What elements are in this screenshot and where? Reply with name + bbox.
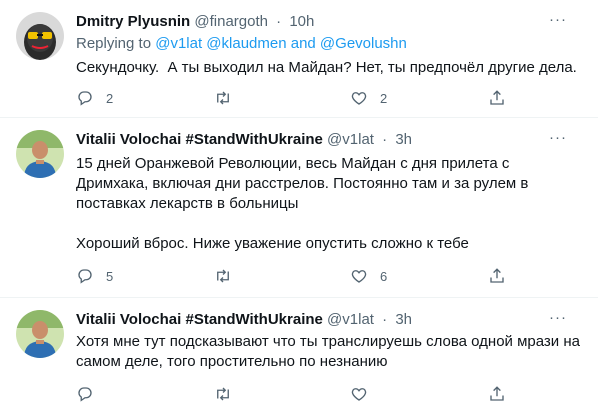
more-icon[interactable]: ··· bbox=[548, 12, 568, 32]
tweet-text: Хотя мне тут подсказывают что ты трансли… bbox=[76, 333, 580, 370]
replying-to-line: Replying to @v1lat @klaudmen and @Gevolu… bbox=[76, 34, 407, 54]
like-count: 2 bbox=[380, 90, 388, 106]
like-icon bbox=[351, 388, 367, 401]
user-handle[interactable]: @v1lat bbox=[327, 311, 374, 328]
tweet-text: Секундочку. А ты выходил на Майдан? Нет,… bbox=[76, 59, 577, 76]
timestamp[interactable]: 10h bbox=[289, 13, 314, 30]
retweet-icon bbox=[217, 387, 229, 401]
avatar-vitalii[interactable] bbox=[16, 130, 64, 178]
timestamp[interactable]: 3h bbox=[395, 311, 412, 328]
share-icon bbox=[490, 90, 504, 105]
reply-icon bbox=[78, 269, 92, 284]
like-icon bbox=[351, 270, 367, 283]
user-handle[interactable]: @v1lat bbox=[327, 131, 374, 148]
share-icon bbox=[490, 268, 504, 283]
display-name[interactable]: Dmitry Plyusnin bbox=[76, 13, 190, 30]
reply-count: 5 bbox=[106, 268, 114, 284]
separator-dot: · bbox=[382, 311, 388, 328]
avatar-dmitry[interactable] bbox=[16, 12, 64, 60]
display-name[interactable]: Vitalii Volochai #StandWithUkraine bbox=[76, 131, 323, 148]
tweet-actions bbox=[76, 384, 582, 404]
tweet-header: Vitalii Volochai #StandWithUkraine @v1la… bbox=[76, 310, 412, 330]
share-button[interactable] bbox=[488, 384, 506, 404]
tweet-2[interactable]: Vitalii Volochai #StandWithUkraine @v1la… bbox=[0, 118, 598, 298]
share-button[interactable] bbox=[488, 88, 506, 108]
replying-to-prefix: Replying to bbox=[76, 35, 156, 52]
like-button[interactable] bbox=[350, 384, 380, 404]
reply-icon bbox=[78, 91, 92, 106]
reply-button[interactable]: 2 bbox=[76, 88, 113, 108]
timestamp[interactable]: 3h bbox=[395, 131, 412, 148]
tweet-actions: 5 6 bbox=[76, 266, 582, 286]
avatar-image bbox=[16, 12, 64, 60]
retweet-button[interactable] bbox=[214, 88, 244, 108]
share-button[interactable] bbox=[488, 266, 506, 286]
tweet-1[interactable]: Dmitry Plyusnin @finargoth · 10h ··· Rep… bbox=[0, 0, 598, 118]
tweet-header: Dmitry Plyusnin @finargoth · 10h bbox=[76, 12, 314, 32]
reply-count: 2 bbox=[106, 90, 114, 106]
like-button[interactable]: 2 bbox=[350, 88, 387, 108]
display-name[interactable]: Vitalii Volochai #StandWithUkraine bbox=[76, 311, 323, 328]
tweet-3[interactable]: Vitalii Volochai #StandWithUkraine @v1la… bbox=[0, 298, 598, 414]
retweet-icon bbox=[217, 269, 229, 283]
reply-icon bbox=[78, 387, 92, 402]
replying-to-users[interactable]: @v1lat @klaudmen and @Gevolushn bbox=[155, 35, 407, 52]
tweet-actions: 2 2 bbox=[76, 88, 582, 108]
retweet-icon bbox=[217, 91, 229, 105]
tweet-text: 15 дней Оранжевой Революции, весь Майдан… bbox=[76, 155, 529, 252]
more-icon[interactable]: ··· bbox=[548, 130, 568, 150]
like-button[interactable]: 6 bbox=[350, 266, 387, 286]
avatar-vitalii[interactable] bbox=[16, 310, 64, 358]
separator-dot: · bbox=[382, 131, 388, 148]
reply-button[interactable] bbox=[76, 384, 106, 404]
retweet-button[interactable] bbox=[214, 266, 244, 286]
tweet-header: Vitalii Volochai #StandWithUkraine @v1la… bbox=[76, 130, 412, 150]
reply-button[interactable]: 5 bbox=[76, 266, 113, 286]
share-icon bbox=[490, 386, 504, 401]
like-count: 6 bbox=[380, 268, 388, 284]
like-icon bbox=[351, 92, 367, 105]
avatar-image bbox=[16, 130, 64, 178]
separator-dot: · bbox=[276, 13, 282, 30]
retweet-button[interactable] bbox=[214, 384, 244, 404]
more-icon[interactable]: ··· bbox=[548, 310, 568, 330]
user-handle[interactable]: @finargoth bbox=[194, 13, 268, 30]
avatar-image bbox=[16, 310, 64, 358]
